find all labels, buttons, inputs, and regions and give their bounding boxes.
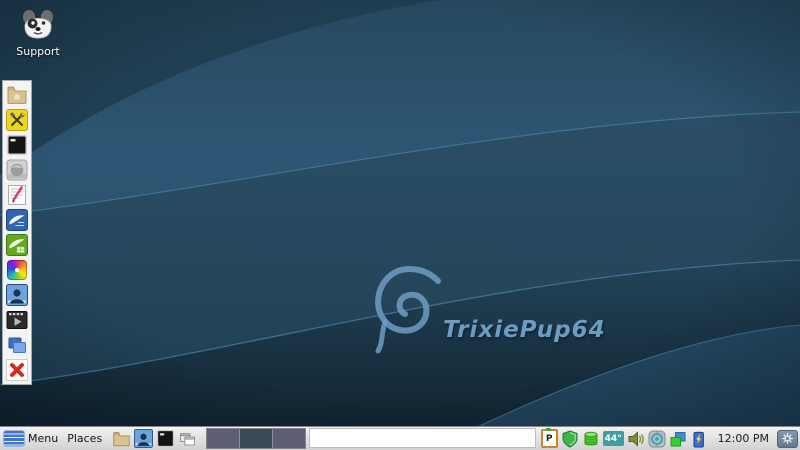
desktop-icon-label: Support [16,45,59,58]
terminal-icon [156,429,175,448]
cpu-temperature-tray-item[interactable]: 44° [603,431,624,446]
frisbee-circles-icon [648,430,666,448]
crossed-tools-icon [6,109,28,131]
rainbow-pinwheel-icon [7,260,27,280]
person-bust-icon [134,429,153,448]
taskbar-clock[interactable]: 12:00 PM [713,432,774,445]
power-tray-item[interactable] [690,430,708,448]
network-tray-item[interactable] [648,430,666,448]
blue-stripes-menu-icon [4,431,24,446]
dock-item-browse[interactable] [6,159,28,181]
dock-item-chat[interactable] [6,284,28,306]
workspace-3[interactable] [273,429,305,448]
temperature-value: 44° [605,434,622,444]
notepad-pen-icon [6,184,28,206]
dock-item-quit[interactable] [6,359,28,381]
places-button[interactable]: Places [63,432,106,445]
dock-item-calc[interactable] [6,234,28,256]
dock-item-write[interactable] [6,209,28,231]
launcher-user[interactable] [134,429,153,448]
green-cylinder-icon [582,430,600,448]
dock-item-edit[interactable] [6,184,28,206]
desktop-icon-support[interactable]: Support [10,8,66,58]
blue-word-processor-icon [6,209,28,231]
desktop: TrixiePup64 Support [0,0,800,450]
clipboard-manager-tray-icon[interactable]: P [541,429,558,448]
system-tray: P 44° [539,429,710,448]
battery-bolt-icon [690,430,708,448]
stacked-windows-icon [6,334,28,356]
taskbar-settings-button[interactable] [777,430,798,448]
task-list-area [309,428,535,448]
volume-tray-item[interactable] [627,430,645,448]
terminal-icon [6,134,28,156]
dock-item-file-manager[interactable] [6,84,28,106]
desktop-layers-tray-item[interactable] [669,430,687,448]
green-spreadsheet-icon [6,234,28,256]
overlapping-windows-icon [178,429,197,448]
quick-launchers [112,429,197,448]
speaker-icon [627,430,645,448]
workspace-pager [206,428,306,449]
dock-item-view[interactable] [6,259,28,281]
red-x-icon [6,359,28,381]
filmstrip-play-icon [6,309,28,331]
dock-item-play[interactable] [6,309,28,331]
dock-item-console[interactable] [6,134,28,156]
wallpaper-brand-text: TrixiePup64 [443,317,606,343]
green-shield-icon [561,430,579,448]
gear-icon [781,432,794,445]
launcher-terminal[interactable] [156,429,175,448]
dock-item-windows[interactable] [6,334,28,356]
workspace-2-active[interactable] [240,429,272,448]
places-label: Places [67,432,102,445]
dock-item-setup[interactable] [6,109,28,131]
layered-squares-icon [669,430,687,448]
left-dock [2,80,32,385]
folder-icon [112,429,131,448]
launcher-window-list[interactable] [178,429,197,448]
menu-button[interactable]: Menu [2,427,60,450]
launcher-files[interactable] [112,429,131,448]
clipboard-badge: P [546,434,553,444]
firewall-tray-item[interactable] [561,430,579,448]
folder-home-icon [6,84,28,106]
person-bust-icon [6,284,28,306]
workspace-1[interactable] [207,429,239,448]
puppy-face-icon [20,8,56,42]
disk-usage-tray-item[interactable] [582,430,600,448]
taskbar: Menu Places [0,426,800,450]
menu-label: Menu [28,432,58,445]
gray-sphere-icon [6,159,28,181]
wallpaper [0,0,800,450]
